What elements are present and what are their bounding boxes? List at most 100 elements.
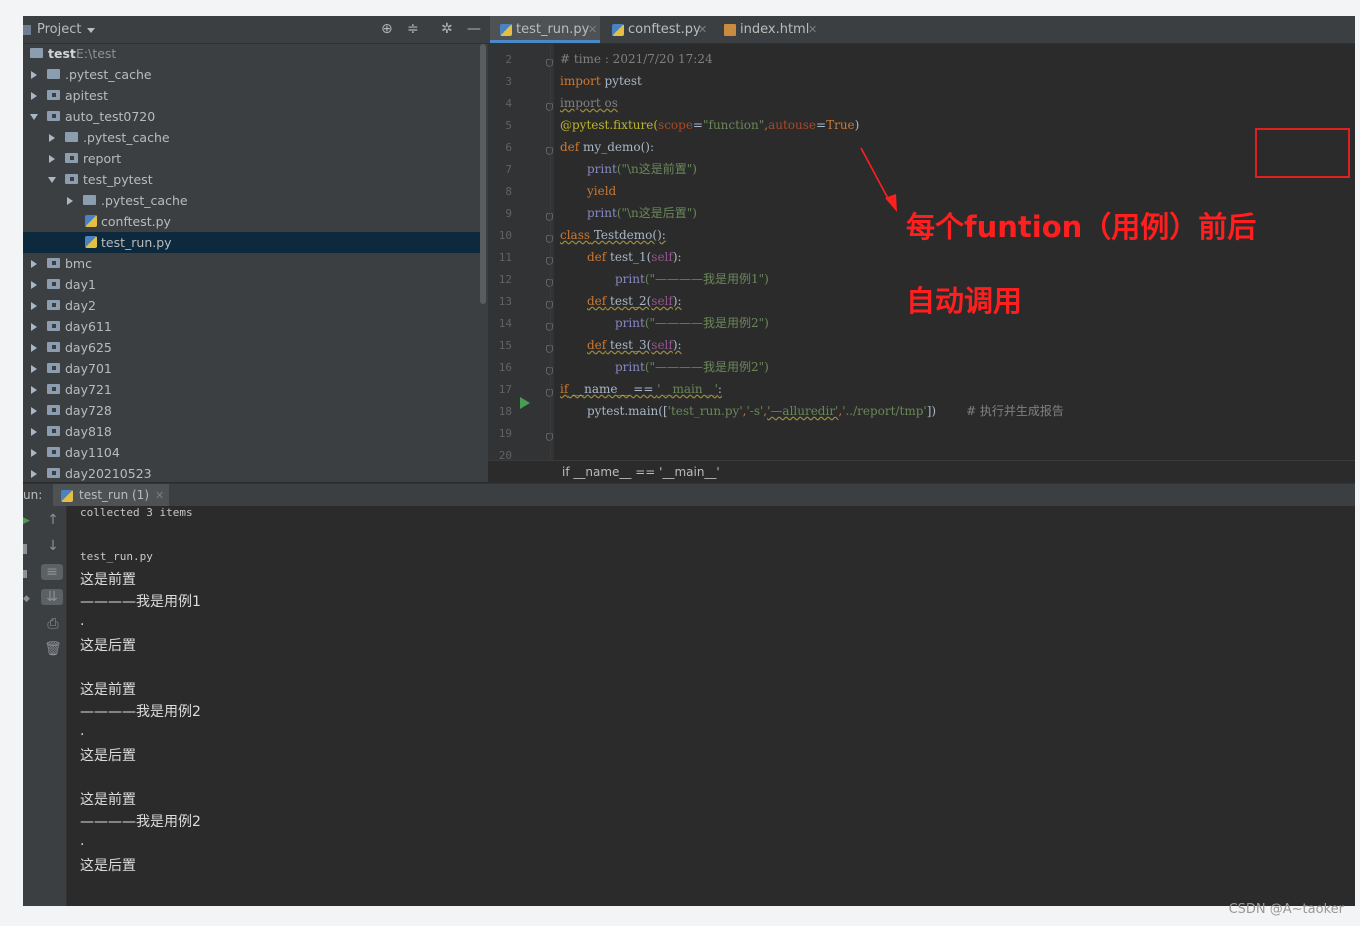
tree-item[interactable]: day1104 <box>23 442 480 463</box>
chevron-right-icon[interactable] <box>31 302 37 310</box>
tree-item[interactable]: bmc <box>23 253 480 274</box>
tree-item-root[interactable]: test E:\test <box>23 43 480 64</box>
tree-item[interactable]: report <box>23 148 480 169</box>
tree-item[interactable]: day818 <box>23 421 480 442</box>
chevron-right-icon[interactable] <box>31 407 37 415</box>
chevron-right-icon[interactable] <box>49 155 55 163</box>
line-number: 8 <box>505 185 512 198</box>
print-icon[interactable]: ⎙ <box>40 616 66 632</box>
console-line: 这是后置 <box>80 858 136 874</box>
close-icon[interactable]: ✕ <box>808 16 817 43</box>
console-line: . <box>80 613 85 629</box>
tree-item-label: day701 <box>65 361 112 376</box>
code-line-3: import pytest <box>560 70 642 92</box>
close-icon[interactable]: ✕ <box>698 16 707 43</box>
tree-item[interactable]: day701 <box>23 358 480 379</box>
line-number: 3 <box>505 75 512 88</box>
line-number: 7 <box>505 163 512 176</box>
chevron-down-icon[interactable] <box>30 114 38 120</box>
close-icon[interactable]: ✕ <box>155 484 164 507</box>
tree-item[interactable]: test_pytest <box>23 169 480 190</box>
tree-item-label: conftest.py <box>101 214 171 229</box>
tab-label: index.html <box>740 22 810 37</box>
chevron-right-icon[interactable] <box>67 197 73 205</box>
chevron-down-icon[interactable] <box>87 28 95 33</box>
chevron-right-icon[interactable] <box>31 365 37 373</box>
chevron-right-icon[interactable] <box>31 260 37 268</box>
arrow-down-icon[interactable]: ↓ <box>40 538 66 554</box>
scroll-to-end-icon[interactable]: ⇊ <box>41 589 63 605</box>
hide-panel-icon[interactable]: — <box>467 21 481 37</box>
soft-wrap-icon[interactable]: ≡ <box>41 564 63 580</box>
tree-item-label: day625 <box>65 340 112 355</box>
tab-label: conftest.py <box>628 22 701 37</box>
line-number: 14 <box>498 317 512 330</box>
chevron-right-icon[interactable] <box>31 470 37 478</box>
tab-conftest-py[interactable]: conftest.py ✕ <box>608 16 712 43</box>
code-editor[interactable]: 2 3 4 5 6 7 8 9 10 11 12 13 14 15 16 17 … <box>488 44 1355 460</box>
chevron-right-icon[interactable] <box>31 281 37 289</box>
chevron-right-icon[interactable] <box>31 323 37 331</box>
tree-item[interactable]: day611 <box>23 316 480 337</box>
run-console-output[interactable]: collected 3 items test_run.py 这是前置 ————我… <box>67 506 1355 906</box>
run-tab[interactable]: test_run (1) ✕ <box>53 484 169 507</box>
tree-item-label: auto_test0720 <box>65 109 156 124</box>
folder-icon <box>47 384 60 394</box>
line-number: 13 <box>498 295 512 308</box>
rerun-icon[interactable]: ▶ <box>23 516 30 526</box>
tree-item[interactable]: auto_test0720 <box>23 106 480 127</box>
tab-test-run-py[interactable]: test_run.py ✕ <box>490 16 600 43</box>
tree-item[interactable]: day728 <box>23 400 480 421</box>
project-scrollbar[interactable] <box>480 44 486 304</box>
folder-icon <box>83 195 96 205</box>
locate-icon[interactable]: ⊕ <box>381 21 393 37</box>
tree-item[interactable]: .pytest_cache <box>23 190 480 211</box>
tree-item[interactable]: day1 <box>23 274 480 295</box>
highlight-box <box>1255 128 1350 178</box>
builtin: print <box>615 316 645 330</box>
tree-item[interactable]: .pytest_cache <box>23 64 480 85</box>
chevron-right-icon[interactable] <box>31 92 37 100</box>
operator: = <box>816 118 827 132</box>
tree-item[interactable]: day20210523 <box>23 463 480 484</box>
pin-icon[interactable]: ◆ <box>23 594 30 604</box>
tree-item-label: day1 <box>65 277 96 292</box>
code-text: test_3( <box>606 338 652 352</box>
string: '-s' <box>746 404 764 418</box>
code-line-9: print("\n这是后置") <box>587 202 697 224</box>
project-title[interactable]: Project <box>37 22 81 37</box>
code-line-4: import os <box>560 92 618 114</box>
tree-item[interactable]: apitest <box>23 85 480 106</box>
chevron-right-icon[interactable] <box>31 386 37 394</box>
param-name: autouse <box>768 118 817 132</box>
gear-icon[interactable]: ✲ <box>441 21 453 37</box>
folder-icon <box>47 111 60 121</box>
line-number: 19 <box>498 427 512 440</box>
chevron-right-icon[interactable] <box>31 71 37 79</box>
folder-icon <box>65 132 78 142</box>
tree-item[interactable]: day625 <box>23 337 480 358</box>
string: ("————我是用例2") <box>644 316 769 330</box>
string: ("————我是用例2") <box>644 360 769 374</box>
tree-item-test-run[interactable]: test_run.py <box>23 232 480 253</box>
arrow-up-icon[interactable]: ↑ <box>40 512 66 528</box>
chevron-right-icon[interactable] <box>31 449 37 457</box>
tab-index-html[interactable]: index.html ✕ <box>720 16 820 43</box>
chevron-right-icon[interactable] <box>31 344 37 352</box>
folder-icon <box>47 405 60 415</box>
layout-icon[interactable] <box>23 570 27 578</box>
chevron-right-icon[interactable] <box>49 134 55 142</box>
collapse-all-icon[interactable]: ≑ <box>407 21 419 37</box>
tree-item-conftest[interactable]: conftest.py <box>23 211 480 232</box>
tree-item[interactable]: .pytest_cache <box>23 127 480 148</box>
chevron-down-icon[interactable] <box>48 177 56 183</box>
tree-item[interactable]: day721 <box>23 379 480 400</box>
run-gutter-icon[interactable] <box>520 397 530 409</box>
tab-label: test_run.py <box>516 22 590 37</box>
breadcrumb[interactable]: if __name__ == '__main__' <box>488 460 1355 483</box>
close-icon[interactable]: ✕ <box>588 16 597 43</box>
trash-icon[interactable]: 🗑 <box>40 641 66 657</box>
chevron-right-icon[interactable] <box>31 428 37 436</box>
tree-item[interactable]: day2 <box>23 295 480 316</box>
stop-icon[interactable] <box>23 544 27 554</box>
